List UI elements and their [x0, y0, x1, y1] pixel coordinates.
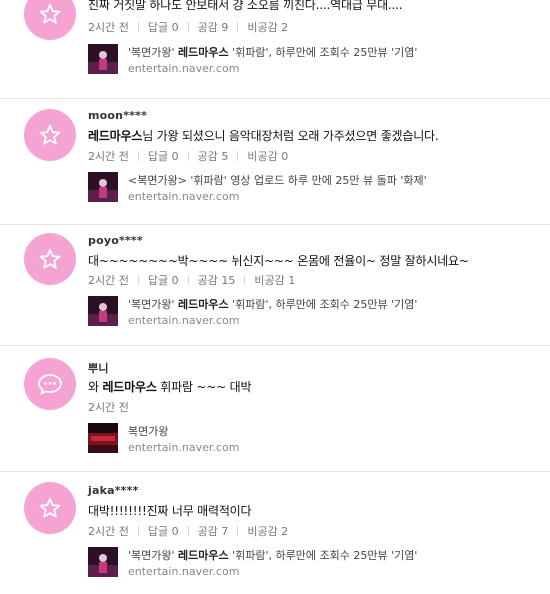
comment-text: 진짜 거짓말 하나도 안보태서 걍 소오름 끼친다....역대급 무대....	[88, 0, 403, 12]
star-icon	[39, 248, 61, 269]
article-title: '복면가왕' 레드마우스 '휘파람', 하루만에 조회수 25만뷰 '기염'	[128, 46, 418, 59]
article-title: '복면가왕' 레드마우스 '휘파람', 하루만에 조회수 25만뷰 '기염'	[128, 549, 418, 562]
dislike-button[interactable]: 비공감 2	[247, 523, 288, 539]
dislike-button[interactable]: 비공감 1	[254, 272, 295, 288]
timestamp: 2시간 전	[88, 401, 129, 414]
comment-item: moon**** 레드마우스님 가왕 되셨으니 음악대장처럼 오래 가주셨으면 …	[0, 99, 550, 225]
like-button[interactable]: 공감 5	[198, 148, 229, 164]
article-thumbnail	[88, 44, 118, 74]
reply-button[interactable]: 답글 0	[148, 523, 179, 539]
user-avatar[interactable]	[24, 0, 76, 40]
comment-meta: 2시간 전 답글 0 공감 5 비공감 0	[88, 148, 288, 164]
comment-item: 뿌니 와 레드마우스 휘파람 ~~~ 대박 2시간 전 복면가왕 enterta…	[0, 346, 550, 472]
article-thumbnail	[88, 296, 118, 326]
timestamp: 2시간 전	[88, 525, 129, 538]
user-nickname[interactable]: moon****	[88, 109, 147, 122]
article-thumbnail	[88, 172, 118, 202]
user-avatar[interactable]	[24, 233, 76, 285]
like-button[interactable]: 공감 9	[198, 19, 229, 35]
comment-meta: 2시간 전	[88, 399, 129, 415]
comment-text: 와 레드마우스 휘파람 ~~~ 대박	[88, 380, 252, 394]
comment-meta: 2시간 전 답글 0 공감 9 비공감 2	[88, 19, 288, 35]
timestamp: 2시간 전	[88, 150, 129, 163]
user-avatar[interactable]	[24, 358, 76, 410]
comment-text: 레드마우스님 가왕 되셨으니 음악대장처럼 오래 가주셨으면 좋겠습니다.	[88, 129, 439, 143]
reply-button[interactable]: 답글 0	[148, 148, 179, 164]
linked-article[interactable]: '복면가왕' 레드마우스 '휘파람', 하루만에 조회수 25만뷰 '기염' e…	[88, 44, 528, 80]
article-thumbnail	[88, 547, 118, 577]
user-nickname[interactable]: poyo****	[88, 234, 143, 247]
timestamp: 2시간 전	[88, 274, 129, 287]
article-domain: entertain.naver.com	[128, 62, 240, 75]
comment-feed: 진짜 거짓말 하나도 안보태서 걍 소오름 끼친다....역대급 무대.... …	[0, 0, 550, 594]
linked-article[interactable]: '복면가왕' 레드마우스 '휘파람', 하루만에 조회수 25만뷰 '기염' e…	[88, 296, 528, 332]
article-domain: entertain.naver.com	[128, 314, 240, 327]
comment-text: 대박!!!!!!!!진짜 너무 매력적이다	[88, 504, 252, 518]
comment-item: 진짜 거짓말 하나도 안보태서 걍 소오름 끼친다....역대급 무대.... …	[0, 0, 550, 99]
article-title: '복면가왕' 레드마우스 '휘파람', 하루만에 조회수 25만뷰 '기염'	[128, 298, 418, 311]
comment-item: poyo**** 대~~~~~~~~박~~~~ 뉘신지~~~ 온몸에 전율이~ …	[0, 225, 550, 346]
reply-button[interactable]: 답글 0	[148, 272, 179, 288]
like-button[interactable]: 공감 15	[198, 272, 236, 288]
comment-meta: 2시간 전 답글 0 공감 15 비공감 1	[88, 272, 295, 288]
comment-item: jaka**** 대박!!!!!!!!진짜 너무 매력적이다 2시간 전 답글 0…	[0, 472, 550, 594]
article-title: <복면가왕> '휘파람' 영상 업로드 하루 만에 25만 뷰 돌파 '화제'	[128, 174, 427, 187]
user-nickname[interactable]: jaka****	[88, 484, 139, 497]
like-button[interactable]: 공감 7	[198, 523, 229, 539]
article-thumbnail	[88, 423, 118, 453]
speech-bubble-icon	[38, 374, 62, 395]
linked-article[interactable]: 복면가왕 entertain.naver.com	[88, 423, 528, 459]
article-domain: entertain.naver.com	[128, 565, 240, 578]
user-nickname[interactable]: 뿌니	[88, 360, 109, 376]
linked-article[interactable]: <복면가왕> '휘파람' 영상 업로드 하루 만에 25만 뷰 돌파 '화제' …	[88, 172, 528, 208]
star-icon	[39, 497, 61, 518]
dislike-button[interactable]: 비공감 2	[247, 19, 288, 35]
reply-button[interactable]: 답글 0	[148, 19, 179, 35]
article-title: 복면가왕	[128, 425, 169, 438]
article-domain: entertain.naver.com	[128, 441, 240, 454]
dislike-button[interactable]: 비공감 0	[247, 148, 288, 164]
timestamp: 2시간 전	[88, 21, 129, 34]
linked-article[interactable]: '복면가왕' 레드마우스 '휘파람', 하루만에 조회수 25만뷰 '기염' e…	[88, 547, 528, 583]
article-domain: entertain.naver.com	[128, 190, 240, 203]
comment-meta: 2시간 전 답글 0 공감 7 비공감 2	[88, 523, 288, 539]
star-icon	[39, 3, 61, 24]
comment-text: 대~~~~~~~~박~~~~ 뉘신지~~~ 온몸에 전율이~ 정말 잘하시네요~	[88, 254, 469, 268]
user-avatar[interactable]	[24, 482, 76, 534]
star-icon	[39, 124, 61, 145]
user-avatar[interactable]	[24, 109, 76, 161]
